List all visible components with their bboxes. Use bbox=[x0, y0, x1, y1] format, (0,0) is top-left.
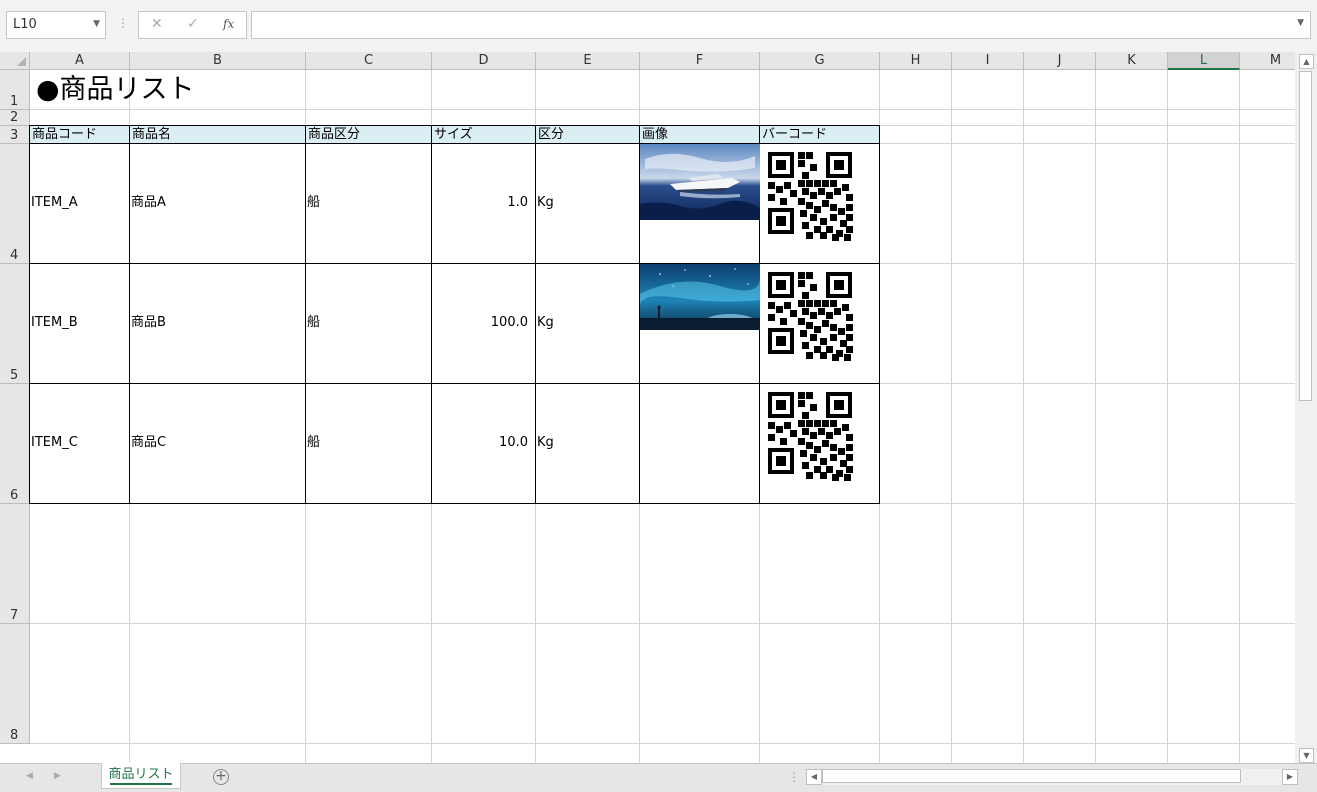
chevron-down-icon[interactable]: ▼ bbox=[93, 19, 100, 29]
header-cell[interactable]: 商品コード bbox=[30, 126, 130, 144]
row-header-5[interactable]: 5 bbox=[0, 264, 30, 384]
row-header-6[interactable]: 6 bbox=[0, 384, 30, 504]
formula-input[interactable]: ▼ bbox=[251, 11, 1311, 39]
enter-icon[interactable]: ✓ bbox=[187, 16, 199, 32]
horizontal-scrollbar[interactable]: ◀ ▶ bbox=[806, 769, 1298, 785]
column-header-k[interactable]: K bbox=[1096, 52, 1168, 70]
column-header-a[interactable]: A bbox=[30, 52, 130, 70]
row-header-1[interactable]: 1 bbox=[0, 70, 30, 110]
chevron-right-icon[interactable]: ▶ bbox=[54, 771, 61, 781]
more-icon[interactable]: ⋮ bbox=[117, 16, 129, 30]
qr-pattern bbox=[768, 392, 853, 481]
sheet-title[interactable]: ●商品リスト bbox=[36, 70, 436, 110]
column-header-i[interactable]: I bbox=[952, 52, 1024, 70]
cell-code[interactable]: ITEM_A bbox=[30, 144, 130, 264]
sheet-tab-bar: ◀ ▶ 商品リスト + ⋮ ◀ ▶ bbox=[0, 763, 1317, 792]
cell-category[interactable]: 船 bbox=[306, 144, 432, 264]
column-header-g[interactable]: G bbox=[760, 52, 880, 70]
qr-code[interactable] bbox=[760, 264, 860, 362]
add-sheet-icon[interactable]: + bbox=[213, 769, 229, 785]
row-number: 5 bbox=[10, 368, 19, 383]
scroll-up-icon[interactable]: ▲ bbox=[1299, 54, 1314, 69]
row-number: 4 bbox=[10, 248, 19, 263]
formula-buttons: ✕ ✓ fx bbox=[138, 11, 247, 39]
chevron-down-icon[interactable]: ▼ bbox=[1297, 18, 1304, 28]
column-header-m[interactable]: M bbox=[1240, 52, 1295, 70]
cell-code[interactable]: ITEM_B bbox=[30, 264, 130, 384]
vertical-scrollbar[interactable]: ▲ ▼ bbox=[1295, 52, 1317, 763]
row-number: 6 bbox=[10, 488, 19, 503]
header-cell[interactable]: バーコード bbox=[760, 126, 880, 144]
row-header-4[interactable]: 4 bbox=[0, 144, 30, 264]
row-number: 3 bbox=[10, 128, 19, 143]
spreadsheet-grid[interactable]: ABCDEFGHIJKLM 12345678 ●商品リスト 商品コード 商品名 商品… bbox=[0, 52, 1295, 763]
header-cell[interactable]: 商品名 bbox=[130, 126, 306, 144]
cell-unit[interactable]: Kg bbox=[536, 264, 640, 384]
name-box-value: L10 bbox=[13, 17, 37, 32]
scroll-left-icon[interactable]: ◀ bbox=[806, 769, 822, 785]
row-number: 7 bbox=[10, 608, 19, 623]
cell-name[interactable]: 商品B bbox=[130, 264, 306, 384]
header-cell[interactable]: 商品区分 bbox=[306, 126, 432, 144]
name-box[interactable]: L10 ▼ bbox=[6, 11, 106, 39]
header-cell[interactable]: 画像 bbox=[640, 126, 760, 144]
column-header-b[interactable]: B bbox=[130, 52, 306, 70]
qr-code[interactable] bbox=[760, 384, 860, 482]
cell-category[interactable]: 船 bbox=[306, 384, 432, 504]
select-all-corner[interactable] bbox=[0, 52, 30, 70]
cell-name[interactable]: 商品A bbox=[130, 144, 306, 264]
row-number: 2 bbox=[10, 110, 19, 125]
yacht-photo[interactable] bbox=[640, 144, 760, 220]
insert-function-icon[interactable]: fx bbox=[223, 17, 234, 31]
qr-pattern bbox=[768, 272, 853, 361]
column-header-c[interactable]: C bbox=[306, 52, 432, 70]
more-icon[interactable]: ⋮ bbox=[788, 770, 800, 784]
column-header-f[interactable]: F bbox=[640, 52, 760, 70]
sheet-tab-active[interactable]: 商品リスト bbox=[101, 763, 181, 789]
sheet-tab-label: 商品リスト bbox=[108, 767, 174, 782]
header-cell[interactable]: 区分 bbox=[536, 126, 640, 144]
formula-bar: L10 ▼ ⋮ ✕ ✓ fx ▼ bbox=[0, 0, 1317, 52]
cancel-icon[interactable]: ✕ bbox=[151, 16, 163, 32]
scroll-down-icon[interactable]: ▼ bbox=[1299, 748, 1314, 763]
row-header-3[interactable]: 3 bbox=[0, 126, 30, 144]
scroll-thumb[interactable] bbox=[1299, 71, 1312, 401]
cell-unit[interactable]: Kg bbox=[536, 384, 640, 504]
row-header-8[interactable]: 8 bbox=[0, 624, 30, 744]
cell-size[interactable]: 1.0 bbox=[432, 144, 536, 264]
cell-code[interactable]: ITEM_C bbox=[30, 384, 130, 504]
column-header-e[interactable]: E bbox=[536, 52, 640, 70]
cell-size[interactable]: 10.0 bbox=[432, 384, 536, 504]
row-header-2[interactable]: 2 bbox=[0, 110, 30, 126]
cell-unit[interactable]: Kg bbox=[536, 144, 640, 264]
night-sky-photo[interactable] bbox=[640, 264, 760, 330]
column-header-j[interactable]: J bbox=[1024, 52, 1096, 70]
scroll-thumb[interactable] bbox=[822, 769, 1241, 783]
header-cell[interactable]: サイズ bbox=[432, 126, 536, 144]
row-header-7[interactable]: 7 bbox=[0, 504, 30, 624]
cell-name[interactable]: 商品C bbox=[130, 384, 306, 504]
row-number: 8 bbox=[10, 728, 19, 743]
qr-code[interactable] bbox=[760, 144, 860, 242]
qr-pattern bbox=[768, 152, 853, 241]
row-number: 1 bbox=[10, 94, 19, 109]
cell-category[interactable]: 船 bbox=[306, 264, 432, 384]
column-header-h[interactable]: H bbox=[880, 52, 952, 70]
column-header-d[interactable]: D bbox=[432, 52, 536, 70]
cell-size[interactable]: 100.0 bbox=[432, 264, 536, 384]
column-header-l[interactable]: L bbox=[1168, 52, 1240, 70]
chevron-left-icon[interactable]: ◀ bbox=[26, 771, 33, 781]
scroll-right-icon[interactable]: ▶ bbox=[1282, 769, 1298, 785]
